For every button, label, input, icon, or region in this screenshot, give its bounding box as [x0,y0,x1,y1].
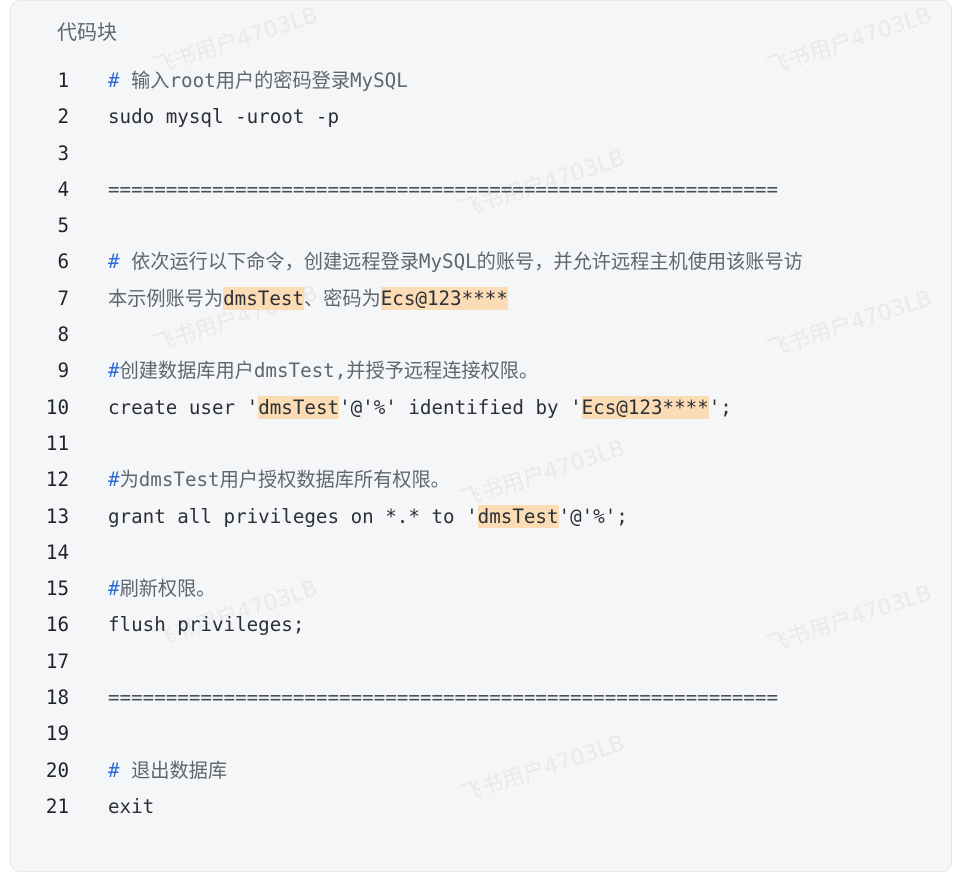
line-number: 6 [57,250,69,274]
code-token: '@'%'; [558,504,628,528]
code-line: 12 #为dmsTest用户授权数据库所有权限。 [11,462,951,498]
code-token: 退出数据库 [131,758,228,782]
code-token: 本示例账号为 [108,286,224,310]
code-line: 5 [11,208,951,244]
code-text: flush privileges; [108,607,304,643]
code-text: create user 'dmsTest'@'%' identified by … [108,390,732,426]
comment-marker: # [108,758,132,782]
code-line: 16 flush privileges; [11,607,951,643]
code-block: 代码块 飞书用户4703LB 飞书用户4703LB 飞书用户4703LB 飞书用… [10,0,952,872]
code-token: 为dmsTest用户授权数据库所有权限。 [119,468,450,492]
code-token: ========================================… [108,686,779,710]
line-number: 11 [45,431,69,455]
code-token: 依次运行以下命令，创建远程登录MySQL的账号，并允许远程主机使用该账号访 [131,250,803,274]
comment-marker: # [108,69,132,92]
code-text: ========================================… [108,172,778,208]
code-line: 13 grant all privileges on *.* to 'dmsTes… [11,499,951,535]
code-line: 8 [11,317,951,353]
line-number: 20 [45,758,69,782]
code-line: 17 [11,644,951,680]
code-line: 2 sudo mysql -uroot -p [11,99,951,135]
code-text: # 退出数据库 [108,753,227,789]
code-text: sudo mysql -uroot -p [108,99,339,135]
code-text: exit [108,789,154,825]
highlighted-token: dmsTest [223,286,304,310]
code-token: grant all privileges on *.* to ' [108,504,478,528]
code-line: 21 exit [11,789,951,825]
line-number: 9 [57,359,69,383]
code-line: 19 [11,716,951,752]
code-text: grant all privileges on *.* to 'dmsTest'… [108,499,628,535]
code-text: #创建数据库用户dmsTest,并授予远程连接权限。 [108,353,538,389]
line-number: 2 [57,105,69,129]
line-number: 16 [45,613,69,637]
line-number: 8 [57,323,69,347]
line-number: 4 [57,177,69,201]
code-line: 4 =======================================… [11,172,951,208]
comment-marker: # [108,468,120,492]
highlighted-token: Ecs@123**** [380,286,508,310]
code-block-title: 代码块 [57,20,117,44]
code-token: 创建数据库用户dmsTest,并授予远程连接权限。 [119,359,539,383]
code-line: 11 [11,426,951,462]
code-token: '@'%' identified by ' [339,395,582,419]
code-token: 刷新权限。 [119,577,216,601]
code-line: 10 create user 'dmsTest'@'%' identified b… [11,390,951,426]
line-number: 12 [45,468,69,492]
code-token: ========================================… [108,177,779,201]
line-number: 10 [45,395,69,419]
code-line: 6 # 依次运行以下命令，创建远程登录MySQL的账号，并允许远程主机使用该账号访 [11,244,951,280]
code-text: #为dmsTest用户授权数据库所有权限。 [108,462,450,498]
line-number: 19 [45,722,69,746]
line-number: 18 [45,686,69,710]
code-text: 本示例账号为dmsTest、密码为Ecs@123**** [108,281,508,317]
highlighted-token: dmsTest [477,504,559,528]
line-number: 14 [45,540,69,564]
highlighted-token: Ecs@123**** [581,395,709,419]
line-number: 15 [45,577,69,601]
comment-marker: # [108,359,120,383]
code-text: #刷新权限。 [108,571,216,607]
code-line: 20 # 退出数据库 [11,753,951,789]
code-text: # 依次运行以下命令，创建远程登录MySQL的账号，并允许远程主机使用该账号访 [108,244,803,280]
line-number: 13 [45,504,69,528]
line-number: 3 [57,141,69,165]
code-area[interactable]: 1 # 输入root用户的密码登录MySQL 2 sudo mysql -uroot … [11,63,951,825]
line-number: 17 [45,649,69,673]
code-token: sudo mysql -uroot -p [108,105,340,129]
line-number: 7 [57,286,69,310]
code-token: create user ' [108,395,259,419]
code-token: 输入root用户的密码登录MySQL [131,69,408,92]
code-line: 3 [11,136,951,172]
line-number: 5 [57,214,69,238]
highlighted-token: dmsTest [258,395,340,419]
code-line: 18 ======================================… [11,680,951,716]
comment-marker: # [108,250,132,274]
code-token: exit [108,794,155,818]
code-text: # 输入root用户的密码登录MySQL [108,63,408,99]
comment-marker: # [108,577,120,601]
line-number: 1 [57,69,69,92]
code-text: ========================================… [108,680,778,716]
code-line: 1 # 输入root用户的密码登录MySQL [11,63,951,99]
code-line: 7 本示例账号为dmsTest、密码为Ecs@123**** [11,281,951,317]
code-token: '; [708,395,732,419]
code-token: 、密码为 [304,286,381,310]
code-token: flush privileges; [108,613,305,637]
code-line: 15 #刷新权限。 [11,571,951,607]
code-line: 9 #创建数据库用户dmsTest,并授予远程连接权限。 [11,353,951,389]
code-line: 14 [11,535,951,571]
line-number: 21 [45,794,69,818]
